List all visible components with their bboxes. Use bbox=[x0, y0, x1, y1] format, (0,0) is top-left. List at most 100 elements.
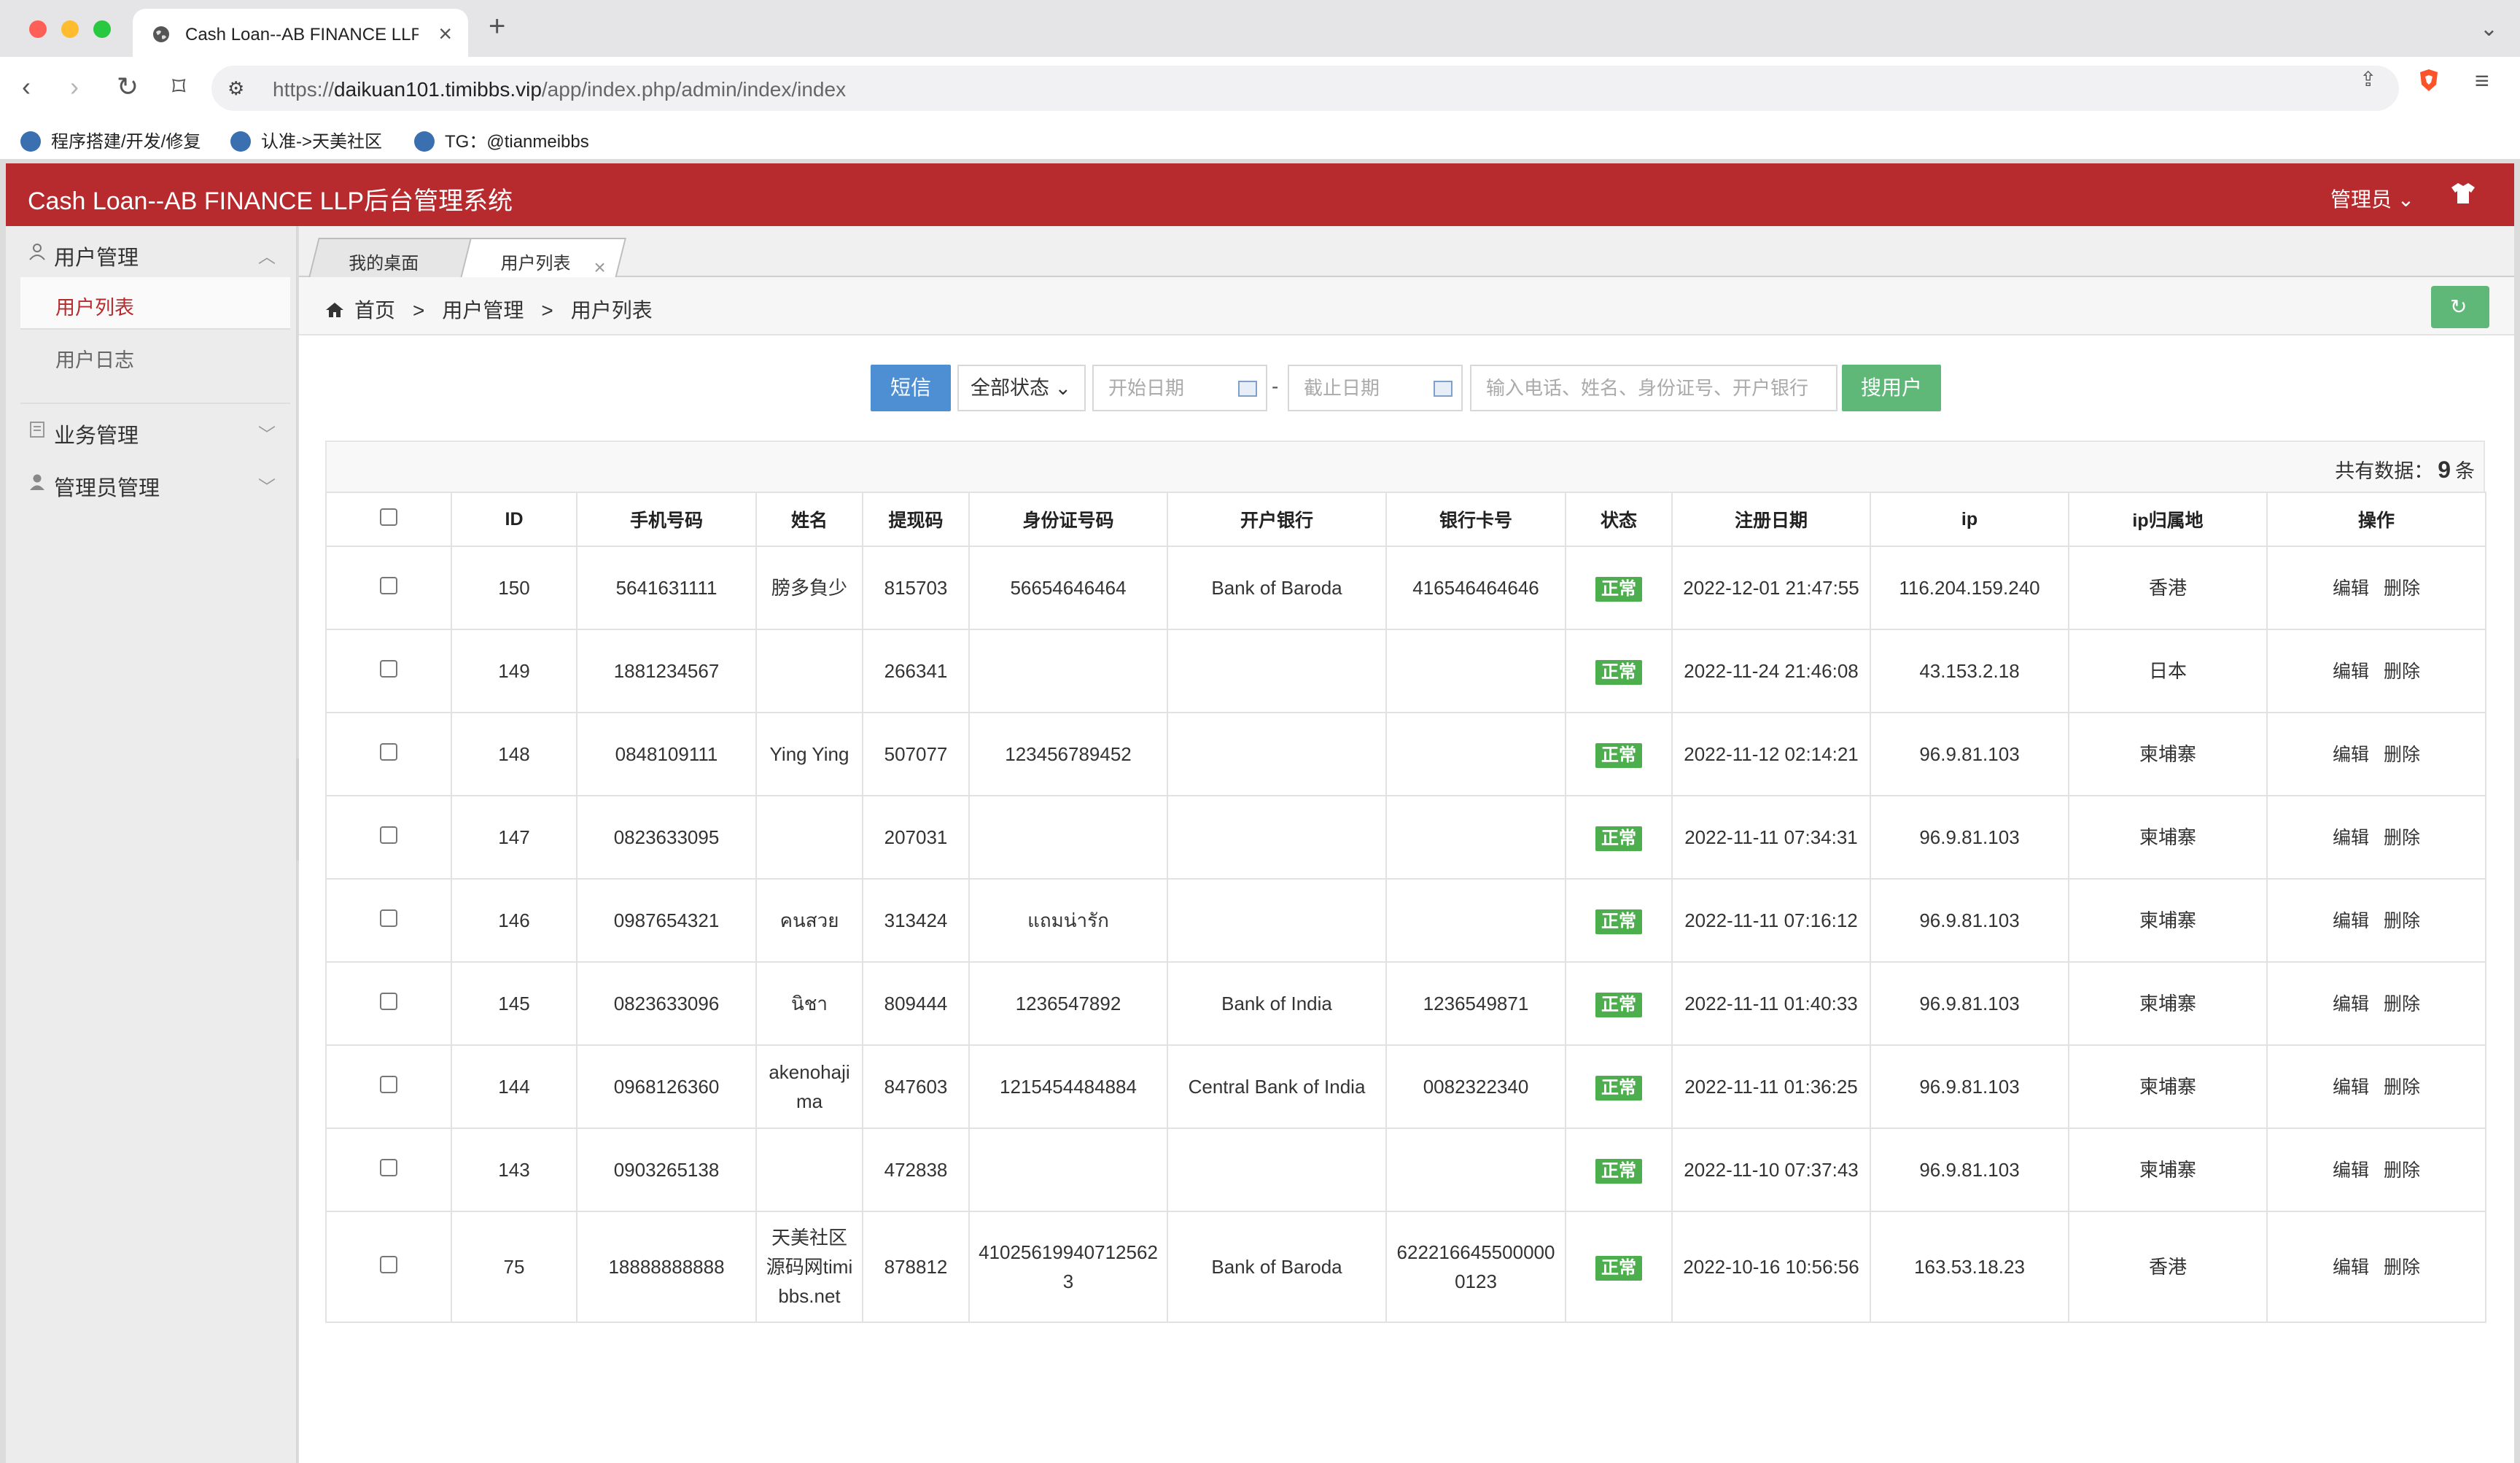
column-header: 开户银行 bbox=[1167, 492, 1387, 547]
forward-icon[interactable]: › bbox=[70, 71, 79, 102]
bookmark-item[interactable]: 认准->天美社区 bbox=[230, 127, 382, 153]
user-outline-icon bbox=[29, 244, 45, 260]
edit-link[interactable]: 编辑 bbox=[2333, 994, 2369, 1014]
cell-ip-region: 香港 bbox=[2068, 546, 2268, 630]
delete-link[interactable]: 删除 bbox=[2384, 1257, 2420, 1278]
delete-link[interactable]: 删除 bbox=[2384, 661, 2420, 682]
tab-list-chevron-icon[interactable]: ⌄ bbox=[2480, 16, 2498, 42]
url-text[interactable]: https://daikuan101.timibbs.vip/app/index… bbox=[273, 78, 846, 101]
status-badge: 正常 bbox=[1595, 743, 1642, 768]
breadcrumb-user-management[interactable]: 用户管理 bbox=[442, 299, 524, 322]
delete-link[interactable]: 删除 bbox=[2384, 911, 2420, 931]
breadcrumb-home[interactable]: 首页 bbox=[354, 299, 395, 322]
theme-shirt-icon[interactable] bbox=[2450, 181, 2476, 206]
sidebar-group-business-management[interactable]: 业务管理 ﹀ bbox=[6, 404, 298, 455]
delete-link[interactable]: 删除 bbox=[2384, 745, 2420, 765]
cell-ip-region: 柬埔寨 bbox=[2068, 795, 2268, 880]
sidebar-item-user-log[interactable]: 用户日志 bbox=[20, 330, 290, 381]
delete-link[interactable]: 删除 bbox=[2384, 828, 2420, 848]
sms-button[interactable]: 短信 bbox=[871, 365, 951, 411]
edit-link[interactable]: 编辑 bbox=[2333, 911, 2369, 931]
cell-actions: 编辑 删除 bbox=[2266, 629, 2486, 713]
back-icon[interactable]: ‹ bbox=[22, 71, 31, 102]
row-checkbox[interactable] bbox=[380, 743, 397, 761]
select-all-checkbox[interactable] bbox=[380, 508, 397, 526]
row-select-cell bbox=[325, 878, 452, 963]
user-table: ID 手机号码 姓名 提现码 身份证号码 开户银行 银行卡号 状态 注册日期 i… bbox=[325, 492, 2486, 1323]
edit-link[interactable]: 编辑 bbox=[2333, 1077, 2369, 1098]
browser-menu-icon[interactable]: ≡ bbox=[2475, 67, 2489, 96]
column-header: 注册日期 bbox=[1671, 492, 1871, 547]
cell-actions: 编辑 删除 bbox=[2266, 961, 2486, 1046]
cell-status: 正常 bbox=[1565, 795, 1673, 880]
brave-shield-icon[interactable] bbox=[2418, 69, 2440, 92]
delete-link[interactable]: 删除 bbox=[2384, 1077, 2420, 1098]
column-header: 手机号码 bbox=[576, 492, 757, 547]
row-select-cell bbox=[325, 546, 452, 630]
cell-ip-region: 香港 bbox=[2068, 1211, 2268, 1323]
cell-register-date: 2022-11-12 02:14:21 bbox=[1671, 712, 1871, 796]
end-date-input[interactable]: 截止日期 bbox=[1288, 365, 1463, 411]
row-checkbox[interactable] bbox=[380, 577, 397, 594]
new-tab-icon[interactable]: + bbox=[489, 10, 505, 43]
edit-link[interactable]: 编辑 bbox=[2333, 1160, 2369, 1181]
share-icon[interactable]: ⇪ bbox=[2360, 67, 2376, 91]
cell-register-date: 2022-10-16 10:56:56 bbox=[1671, 1211, 1871, 1323]
cell-card: 416546464646 bbox=[1385, 546, 1566, 630]
cell-bank: Bank of Baroda bbox=[1167, 546, 1387, 630]
address-bar[interactable]: ⚙ https://daikuan101.timibbs.vip/app/ind… bbox=[211, 66, 2399, 111]
delete-link[interactable]: 删除 bbox=[2384, 578, 2420, 599]
bookmark-item[interactable]: 程序搭建/开发/修复 bbox=[20, 127, 201, 153]
row-checkbox[interactable] bbox=[380, 1256, 397, 1273]
row-checkbox[interactable] bbox=[380, 826, 397, 844]
edit-link[interactable]: 编辑 bbox=[2333, 1257, 2369, 1278]
search-users-button[interactable]: 搜用户 bbox=[1842, 365, 1941, 411]
row-checkbox[interactable] bbox=[380, 993, 397, 1010]
status-select[interactable]: 全部状态 ⌄ bbox=[957, 365, 1086, 411]
admin-dropdown[interactable]: 管理员 ⌄ bbox=[2330, 184, 2414, 213]
search-input[interactable]: 输入电话、姓名、身份证号、开户银行 bbox=[1470, 365, 1838, 411]
refresh-button[interactable]: ↻ bbox=[2431, 286, 2489, 328]
bookmark-icon[interactable]: ⌑ bbox=[172, 71, 185, 102]
row-checkbox[interactable] bbox=[380, 660, 397, 678]
site-settings-icon[interactable]: ⚙ bbox=[228, 77, 244, 100]
cell-actions: 编辑 删除 bbox=[2266, 1211, 2486, 1323]
cell-card: 6222166455000000123 bbox=[1385, 1211, 1566, 1323]
cell-ip-region: 柬埔寨 bbox=[2068, 1044, 2268, 1129]
chevron-up-icon: ︿ bbox=[258, 247, 276, 267]
edit-link[interactable]: 编辑 bbox=[2333, 578, 2369, 599]
cell-withdraw-code: 809444 bbox=[862, 961, 970, 1046]
start-date-input[interactable]: 开始日期 bbox=[1092, 365, 1267, 411]
reload-icon[interactable]: ↻ bbox=[117, 71, 139, 102]
breadcrumb-current: 用户列表 bbox=[570, 299, 653, 322]
bookmark-item[interactable]: TG：@tianmeibbs bbox=[414, 127, 589, 153]
row-checkbox[interactable] bbox=[380, 1159, 397, 1176]
minimize-window-button[interactable] bbox=[61, 20, 79, 38]
browser-tab[interactable]: Cash Loan--AB FINANCE LLP × bbox=[133, 9, 468, 57]
cell-name: คนสวย bbox=[755, 878, 863, 963]
sidebar-group-admin-management[interactable]: 管理员管理 ﹀ bbox=[6, 457, 298, 508]
cell-name bbox=[755, 1128, 863, 1212]
edit-link[interactable]: 编辑 bbox=[2333, 828, 2369, 848]
delete-link[interactable]: 删除 bbox=[2384, 994, 2420, 1014]
close-tab-icon[interactable]: × bbox=[438, 20, 452, 47]
cell-status: 正常 bbox=[1565, 1044, 1673, 1129]
close-icon[interactable]: × bbox=[560, 247, 605, 279]
delete-link[interactable]: 删除 bbox=[2384, 1160, 2420, 1181]
browser-toolbar: ‹ › ↻ ⌑ ⚙ https://daikuan101.timibbs.vip… bbox=[0, 57, 2520, 120]
row-select-cell bbox=[325, 712, 452, 796]
table-row: 75 18888888888 天美社区源码网timibbs.net 878812… bbox=[325, 1211, 2486, 1323]
row-checkbox[interactable] bbox=[380, 1076, 397, 1093]
sidebar-item-user-list[interactable]: 用户列表 bbox=[20, 277, 290, 328]
tab-user-list[interactable]: 用户列表 × bbox=[460, 238, 626, 279]
zoom-window-button[interactable] bbox=[93, 20, 111, 38]
close-window-button[interactable] bbox=[29, 20, 47, 38]
row-checkbox[interactable] bbox=[380, 909, 397, 927]
cell-id-card bbox=[968, 1128, 1168, 1212]
sidebar-group-user-management[interactable]: 用户管理 ︿ bbox=[6, 226, 298, 277]
edit-link[interactable]: 编辑 bbox=[2333, 745, 2369, 765]
cell-bank bbox=[1167, 1128, 1387, 1212]
tab-my-desktop[interactable]: 我的桌面 bbox=[308, 238, 479, 277]
row-select-cell bbox=[325, 795, 452, 880]
edit-link[interactable]: 编辑 bbox=[2333, 661, 2369, 682]
